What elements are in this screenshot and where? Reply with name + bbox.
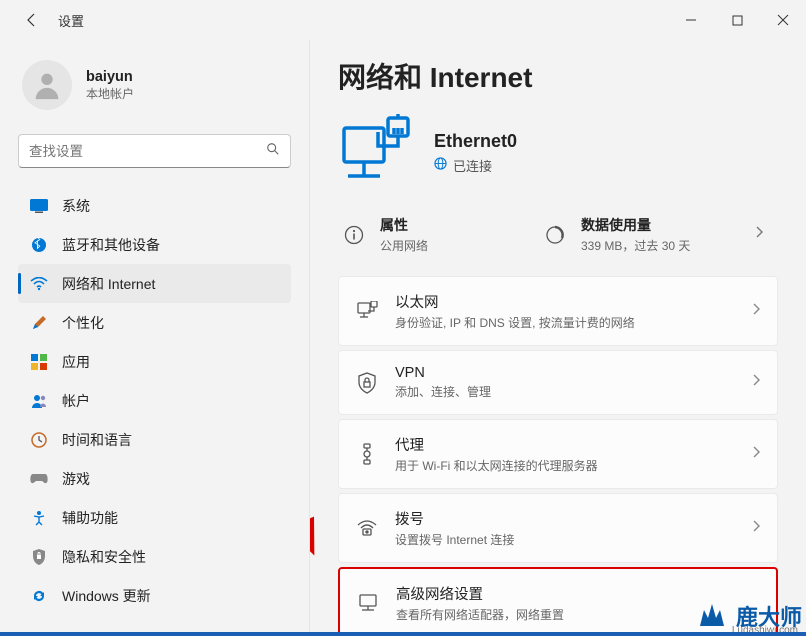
minimize-button[interactable] (668, 4, 714, 36)
advanced-network-icon (356, 594, 380, 612)
system-icon (30, 197, 48, 215)
shield-icon (30, 548, 48, 566)
info-icon (344, 225, 366, 245)
sidebar-item-privacy[interactable]: 隐私和安全性 (18, 537, 291, 576)
search-box[interactable] (18, 134, 291, 168)
sidebar-item-label: 帐户 (62, 391, 90, 411)
sidebar-item-label: Windows 更新 (62, 586, 151, 606)
back-button[interactable] (18, 6, 46, 34)
sidebar-item-bluetooth[interactable]: 蓝牙和其他设备 (18, 225, 291, 264)
sidebar-item-label: 应用 (62, 352, 90, 372)
connection-block: Ethernet0 已连接 (338, 114, 778, 191)
apps-icon (30, 353, 48, 371)
chevron-right-icon (752, 519, 761, 538)
proxy-icon (355, 443, 379, 465)
globe-icon (434, 157, 447, 173)
ethernet-large-icon (338, 114, 414, 191)
vpn-shield-icon (355, 372, 379, 394)
data-usage-sub: 339 MB，过去 30 天 (581, 237, 690, 254)
accounts-icon (30, 392, 48, 410)
connection-name: Ethernet0 (434, 131, 517, 152)
connection-status: 已连接 (453, 156, 492, 175)
sidebar-item-system[interactable]: 系统 (18, 186, 291, 225)
card-dialup[interactable]: 拨号 设置拨号 Internet 连接 (338, 493, 778, 563)
maximize-button[interactable] (714, 4, 760, 36)
chevron-right-icon (752, 445, 761, 464)
page-title: 网络和 Internet (338, 56, 778, 96)
sidebar-item-network[interactable]: 网络和 Internet (18, 264, 291, 303)
card-sub: 查看所有网络适配器，网络重置 (396, 606, 564, 623)
card-title: 代理 (395, 434, 598, 455)
properties-title: 属性 (380, 215, 428, 235)
sidebar-item-label: 时间和语言 (62, 430, 132, 450)
sidebar-item-gaming[interactable]: 游戏 (18, 459, 291, 498)
properties-tile[interactable]: 属性 公用网络 (344, 215, 545, 254)
sidebar-item-accounts[interactable]: 帐户 (18, 381, 291, 420)
chevron-right-icon (752, 373, 761, 392)
sidebar-item-label: 游戏 (62, 469, 90, 489)
card-proxy[interactable]: 代理 用于 Wi-Fi 和以太网连接的代理服务器 (338, 419, 778, 489)
sidebar-item-label: 辅助功能 (62, 508, 118, 528)
user-name: baiyun (86, 69, 134, 85)
brush-icon (30, 314, 48, 332)
card-title: 高级网络设置 (396, 583, 564, 604)
gamepad-icon (30, 470, 48, 488)
sidebar-item-personalization[interactable]: 个性化 (18, 303, 291, 342)
card-title: 以太网 (395, 291, 635, 312)
close-button[interactable] (760, 4, 806, 36)
taskbar (0, 632, 806, 636)
update-icon (30, 587, 48, 605)
card-sub: 身份验证, IP 和 DNS 设置, 按流量计费的网络 (395, 314, 635, 331)
accessibility-icon (30, 509, 48, 527)
search-input[interactable] (29, 144, 266, 159)
sidebar-item-apps[interactable]: 应用 (18, 342, 291, 381)
window-title: 设置 (58, 11, 84, 30)
wifi-icon (30, 275, 48, 293)
card-sub: 设置拨号 Internet 连接 (395, 531, 514, 548)
sidebar-item-accessibility[interactable]: 辅助功能 (18, 498, 291, 537)
sidebar-item-windows-update[interactable]: Windows 更新 (18, 576, 291, 615)
card-title: 拨号 (395, 508, 514, 529)
ethernet-icon (355, 301, 379, 321)
sidebar-item-label: 网络和 Internet (62, 274, 155, 294)
properties-sub: 公用网络 (380, 237, 428, 254)
card-vpn[interactable]: VPN 添加、连接、管理 (338, 350, 778, 415)
avatar (22, 60, 72, 110)
user-subtitle: 本地帐户 (86, 85, 134, 102)
card-advanced-network[interactable]: 高级网络设置 查看所有网络适配器，网络重置 (338, 567, 778, 636)
data-usage-tile[interactable]: 数据使用量 339 MB，过去 30 天 (545, 215, 746, 254)
search-icon (266, 142, 280, 161)
dialup-icon (355, 519, 379, 537)
sidebar-item-label: 隐私和安全性 (62, 547, 146, 567)
card-sub: 添加、连接、管理 (395, 383, 491, 400)
clock-icon (30, 431, 48, 449)
data-usage-icon (545, 225, 567, 245)
bluetooth-icon (30, 236, 48, 254)
sidebar-item-time-language[interactable]: 时间和语言 (18, 420, 291, 459)
card-title: VPN (395, 365, 491, 381)
sidebar-item-label: 系统 (62, 196, 90, 216)
user-block[interactable]: baiyun 本地帐户 (18, 52, 291, 128)
card-sub: 用于 Wi-Fi 和以太网连接的代理服务器 (395, 457, 598, 474)
sidebar-item-label: 个性化 (62, 313, 104, 333)
chevron-right-icon (752, 302, 761, 321)
card-ethernet[interactable]: 以太网 身份验证, IP 和 DNS 设置, 按流量计费的网络 (338, 276, 778, 346)
sidebar-item-label: 蓝牙和其他设备 (62, 235, 160, 255)
data-usage-title: 数据使用量 (581, 215, 690, 235)
chevron-right-icon[interactable] (746, 225, 772, 244)
